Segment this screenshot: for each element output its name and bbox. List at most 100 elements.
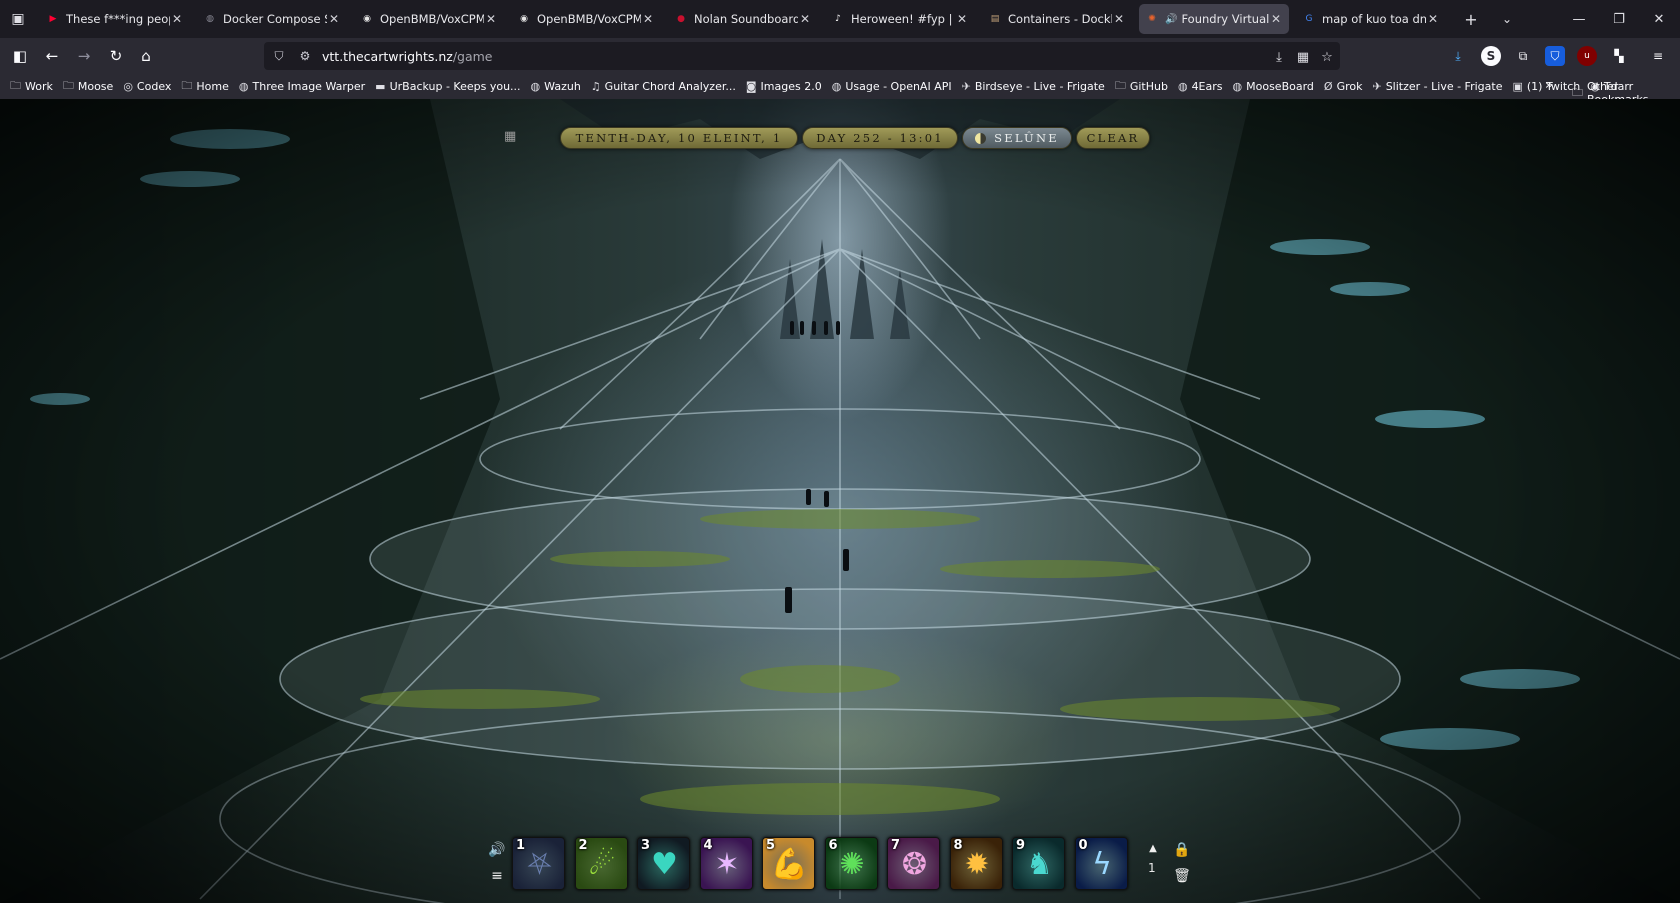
macro-slot-6[interactable]: ✺ 6 bbox=[824, 837, 878, 890]
tab-title: Nolan Soundboard - In bbox=[694, 12, 798, 26]
firefox-view-icon[interactable]: ▣ bbox=[0, 0, 36, 38]
macro-slot-1[interactable]: ⛧ 1 bbox=[512, 837, 565, 890]
weather-display[interactable]: CLEAR bbox=[1076, 127, 1150, 149]
bookmark-item[interactable]: ◍ Usage - OpenAI API bbox=[832, 80, 952, 93]
bookmark-item[interactable]: ◍ Three Image Warper bbox=[239, 80, 365, 93]
volume-icon[interactable]: 🔊 bbox=[486, 839, 508, 861]
sidebar-toggle-icon[interactable]: ◧ bbox=[6, 42, 34, 70]
bookmark-item[interactable]: Ø Grok bbox=[1324, 80, 1363, 93]
bookmark-item[interactable]: ◍ Wazuh bbox=[531, 80, 581, 93]
bookmark-label: MooseBoard bbox=[1246, 80, 1314, 93]
bookmark-item[interactable]: ◍ MooseBoard bbox=[1233, 80, 1314, 93]
calendar-day-time[interactable]: DAY 252 - 13:01 bbox=[802, 127, 958, 149]
bookmark-item[interactable]: ✈ Slitzer - Live - Frigate bbox=[1372, 80, 1502, 93]
twitch-icon: ▣ bbox=[1512, 80, 1523, 93]
tab-close-icon[interactable]: ✕ bbox=[798, 12, 812, 26]
tab-close-icon[interactable]: ✕ bbox=[641, 12, 655, 26]
moon-name: SELÛNE bbox=[994, 131, 1059, 145]
calendar-date[interactable]: TENTH-DAY, 10 ELEINT, 1 bbox=[560, 127, 798, 149]
moon-phase-icon bbox=[975, 132, 987, 144]
tab-1[interactable]: ◍ Docker Compose Setup✕ bbox=[197, 4, 347, 34]
account-icon[interactable]: S bbox=[1481, 46, 1501, 66]
bookmark-item[interactable]: ◎ Codex bbox=[123, 80, 171, 93]
macro-slot-8[interactable]: ✹ 8 bbox=[949, 837, 1003, 890]
trash-icon[interactable]: 🗑 bbox=[1171, 865, 1193, 887]
bookmark-item[interactable]: 🗀 Moose bbox=[63, 77, 113, 96]
tab-2[interactable]: ◉ OpenBMB/VoxCPM: Vo✕ bbox=[354, 4, 504, 34]
bookmark-item[interactable]: ♫ Guitar Chord Analyzer... bbox=[591, 80, 736, 93]
scene-background bbox=[0, 99, 1680, 903]
reload-button[interactable]: ↻ bbox=[102, 42, 130, 70]
tab-8[interactable]: Gmap of kuo toa dnd - G✕ bbox=[1296, 4, 1446, 34]
macro-slot-5[interactable]: 💪 5 bbox=[762, 837, 815, 890]
menu-icon[interactable]: ≡ bbox=[1648, 46, 1668, 66]
tab-close-icon[interactable]: ✕ bbox=[484, 12, 498, 26]
tab-5[interactable]: ♪ Heroween! #fyp | TikTo✕ bbox=[825, 4, 975, 34]
calendar-icon[interactable]: ▦ bbox=[504, 129, 520, 145]
macro-key-label: 9 bbox=[1016, 838, 1026, 853]
tab-close-icon[interactable]: ✕ bbox=[955, 12, 969, 26]
tab-audio-icon[interactable]: 🔊 bbox=[1165, 14, 1177, 25]
game-canvas[interactable]: ▦ TENTH-DAY, 10 ELEINT, 1 DAY 252 - 13:0… bbox=[0, 99, 1680, 903]
minimize-button[interactable]: — bbox=[1559, 0, 1599, 38]
address-bar[interactable]: ⛉ ⚙ vtt.thecartwrights.nz/game ⤓ ▦ ☆ bbox=[264, 42, 1340, 70]
bookmark-item[interactable]: ▬ UrBackup - Keeps you... bbox=[375, 80, 520, 93]
tab-title: Heroween! #fyp | TikTo bbox=[851, 12, 955, 26]
macro-slot-7[interactable]: ❂ 7 bbox=[887, 837, 940, 890]
extensions-icon[interactable]: ⧉ bbox=[1513, 46, 1533, 66]
download-page-icon[interactable]: ⤓ bbox=[1268, 46, 1290, 68]
lock-icon[interactable]: 🔒 bbox=[1171, 839, 1193, 861]
bookmark-label: Guitar Chord Analyzer... bbox=[604, 80, 736, 93]
restore-button[interactable]: ❐ bbox=[1599, 0, 1639, 38]
moon-phase[interactable]: SELÛNE bbox=[962, 127, 1072, 149]
ublock-icon[interactable]: u bbox=[1577, 46, 1597, 66]
more-bookmarks-icon[interactable]: » bbox=[1545, 78, 1553, 93]
shield-icon[interactable]: ⛉ bbox=[268, 49, 290, 64]
forward-button[interactable]: → bbox=[70, 42, 98, 70]
new-tab-button[interactable]: + bbox=[1456, 4, 1486, 34]
github-icon: ◉ bbox=[363, 14, 371, 24]
tab-3[interactable]: ◉ OpenBMB/VoxCPM: Vo✕ bbox=[511, 4, 661, 34]
bookmark-item[interactable]: 🗀 Home bbox=[181, 77, 228, 96]
close-window-button[interactable]: ✕ bbox=[1639, 0, 1679, 38]
bookmark-item[interactable]: ◍ 4Ears bbox=[1178, 80, 1223, 93]
downloads-icon[interactable]: ⤓ bbox=[1448, 46, 1468, 66]
tab-close-icon[interactable]: ✕ bbox=[170, 12, 184, 26]
tab-close-icon[interactable]: ✕ bbox=[327, 12, 341, 26]
tab-title: OpenBMB/VoxCPM: Vo bbox=[380, 12, 484, 26]
permissions-icon[interactable]: ⚙ bbox=[294, 49, 316, 63]
tab-4[interactable]: ● Nolan Soundboard - In✕ bbox=[668, 4, 818, 34]
tab-0[interactable]: ▶ These f***ing people, n✕ bbox=[40, 4, 190, 34]
tab-title: These f***ing people, n bbox=[66, 12, 170, 26]
hotbar-menu-icon[interactable]: ≡ bbox=[486, 865, 508, 887]
bookmark-label: Slitzer - Live - Frigate bbox=[1385, 80, 1503, 93]
list-all-tabs-icon[interactable]: ⌄ bbox=[1492, 4, 1522, 34]
tab-7[interactable]: ✺ 🔊 Foundry Virtual Tab✕ bbox=[1139, 4, 1289, 34]
macro-slot-0[interactable]: ϟ0 bbox=[1074, 837, 1128, 890]
qr-code-icon[interactable]: ▦ bbox=[1292, 46, 1314, 68]
bookmark-label: Three Image Warper bbox=[252, 80, 366, 93]
bookmark-item[interactable]: 🗀 Work bbox=[10, 77, 53, 96]
tab-6[interactable]: ▤ Containers - Dockhand✕ bbox=[982, 4, 1132, 34]
page-up-icon[interactable]: ▲ bbox=[1142, 837, 1164, 859]
globe-icon: ◍ bbox=[1177, 80, 1188, 93]
macro-slot-2[interactable]: ☄ 2 bbox=[574, 837, 628, 890]
macro-slot-4[interactable]: ✶ 4 bbox=[699, 837, 753, 890]
macro-key-label: 7 bbox=[891, 838, 901, 853]
tab-close-icon[interactable]: ✕ bbox=[1426, 12, 1440, 26]
bitwarden-icon[interactable]: ⛉ bbox=[1545, 46, 1565, 66]
tab-close-icon[interactable]: ✕ bbox=[1112, 12, 1126, 26]
back-button[interactable]: ← bbox=[38, 42, 66, 70]
bookmark-star-icon[interactable]: ☆ bbox=[1316, 46, 1338, 68]
home-button[interactable]: ⌂ bbox=[132, 42, 160, 70]
tab-close-icon[interactable]: ✕ bbox=[1269, 12, 1283, 26]
calendar-day-time-text: DAY 252 - 13:01 bbox=[816, 131, 944, 145]
bookmark-item[interactable]: 🗀 GitHub bbox=[1115, 77, 1168, 96]
bookmark-item[interactable]: ✈ Birdseye - Live - Frigate bbox=[962, 80, 1105, 93]
globe-icon: ◍ bbox=[206, 14, 214, 24]
macro-slot-3[interactable]: ♥ 3 bbox=[637, 837, 690, 890]
macro-slot-9[interactable]: ♞ 9 bbox=[1012, 837, 1065, 890]
folder-icon: 🗀 bbox=[10, 79, 21, 92]
bookmark-item[interactable]: ◙ Images 2.0 bbox=[746, 80, 822, 93]
apps-icon[interactable]: ▚ bbox=[1609, 46, 1629, 66]
